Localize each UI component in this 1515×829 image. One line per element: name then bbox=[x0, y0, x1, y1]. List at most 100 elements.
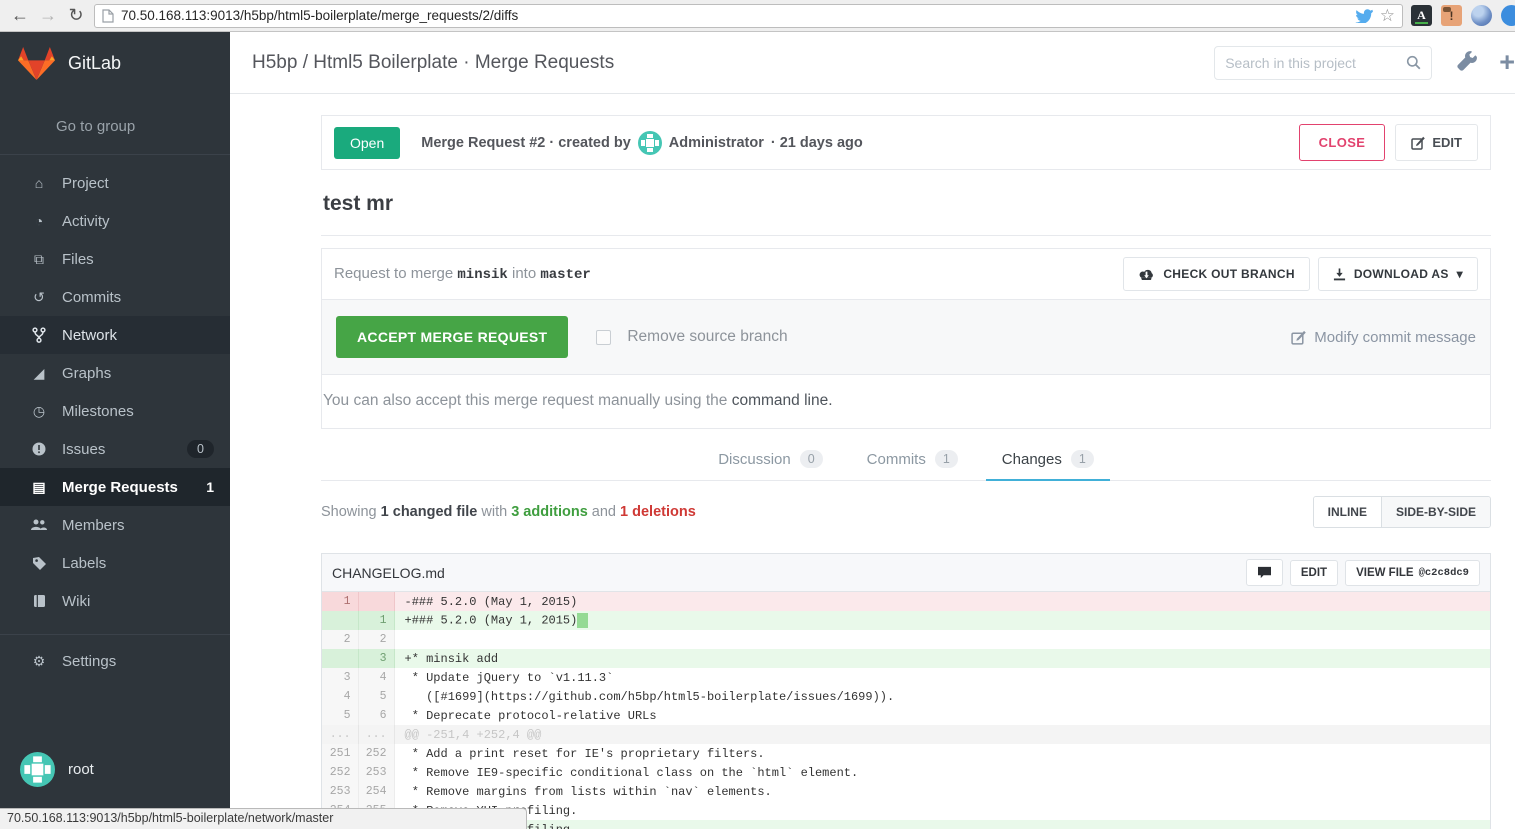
new-line-number[interactable]: 3 bbox=[358, 649, 394, 668]
sidebar-item-members[interactable]: Members bbox=[0, 506, 230, 544]
new-line-number[interactable]: 254 bbox=[358, 782, 394, 801]
admin-wrench-icon[interactable] bbox=[1456, 50, 1477, 76]
reload-button[interactable]: ↻ bbox=[62, 5, 90, 26]
diff-summary-text: Showing 1 changed file with 3 additions … bbox=[321, 504, 1313, 520]
old-line-number[interactable] bbox=[322, 649, 358, 668]
modify-commit-message-link[interactable]: Modify commit message bbox=[1291, 329, 1476, 346]
sidebar-item-graphs[interactable]: ◢Graphs bbox=[0, 354, 230, 392]
old-line-number[interactable]: 3 bbox=[322, 668, 358, 687]
old-line-number[interactable]: 1 bbox=[322, 592, 358, 611]
side-by-side-toggle-button[interactable]: SIDE-BY-SIDE bbox=[1381, 497, 1490, 527]
forward-button[interactable]: → bbox=[34, 5, 62, 26]
sidebar-item-wiki[interactable]: Wiki bbox=[0, 582, 230, 620]
new-line-number[interactable] bbox=[358, 592, 394, 611]
url-bar[interactable]: 70.50.168.113:9013/h5bp/html5-boilerplat… bbox=[94, 4, 1403, 28]
sidebar-item-project[interactable]: ⌂Project bbox=[0, 164, 230, 202]
tab-count-badge: 0 bbox=[800, 450, 823, 468]
old-line-number[interactable]: ... bbox=[322, 725, 358, 744]
graphs-icon: ◢ bbox=[29, 365, 49, 382]
gitlab-logo[interactable]: GitLab bbox=[0, 32, 230, 94]
tab-discussion[interactable]: Discussion0 bbox=[702, 437, 838, 481]
sidebar-item-merge-requests[interactable]: ▤Merge Requests1 bbox=[0, 468, 230, 506]
inline-toggle-button[interactable]: INLINE bbox=[1314, 497, 1381, 527]
new-line-number[interactable]: 2 bbox=[358, 630, 394, 649]
old-line-number[interactable]: 2 bbox=[322, 630, 358, 649]
old-line-number[interactable]: 253 bbox=[322, 782, 358, 801]
diff-line-content: -### 5.2.0 (May 1, 2015) bbox=[394, 592, 1490, 611]
new-line-number[interactable]: 6 bbox=[358, 706, 394, 725]
file-comment-button[interactable] bbox=[1246, 559, 1283, 586]
search-box[interactable] bbox=[1214, 46, 1432, 80]
twitter-icon[interactable] bbox=[1355, 8, 1373, 23]
extension-face-icon[interactable]: ! bbox=[1441, 5, 1462, 26]
sidebar-item-labels[interactable]: Labels bbox=[0, 544, 230, 582]
old-line-number[interactable]: 251 bbox=[322, 744, 358, 763]
additions-count: 3 additions bbox=[511, 504, 588, 520]
sidebar-item-milestones[interactable]: ◷Milestones bbox=[0, 392, 230, 430]
old-line-number[interactable]: 252 bbox=[322, 763, 358, 782]
diff-summary-row: Showing 1 changed file with 3 additions … bbox=[321, 481, 1491, 541]
extension-partial-icon[interactable] bbox=[1501, 5, 1515, 26]
author-avatar bbox=[638, 131, 662, 155]
pencil-square-icon bbox=[1291, 330, 1306, 345]
author-name[interactable]: Administrator bbox=[669, 135, 764, 151]
bookmark-star-icon[interactable]: ☆ bbox=[1380, 7, 1395, 24]
diff-row[interactable]: 1 -### 5.2.0 (May 1, 2015) bbox=[322, 592, 1490, 611]
diff-row[interactable]: 56 * Deprecate protocol-relative URLs bbox=[322, 706, 1490, 725]
diff-row[interactable]: 45 ([#1699](https://github.com/h5bp/html… bbox=[322, 687, 1490, 706]
issues-icon bbox=[29, 442, 49, 456]
diff-row[interactable]: 252253 * Remove IE9-specific conditional… bbox=[322, 763, 1490, 782]
extension-dictionary-icon[interactable]: A bbox=[1411, 5, 1432, 26]
check-out-branch-button[interactable]: CHECK OUT BRANCH bbox=[1123, 257, 1309, 291]
accept-merge-request-button[interactable]: ACCEPT MERGE REQUEST bbox=[336, 316, 568, 358]
extension-globe-icon[interactable] bbox=[1471, 5, 1492, 26]
page-icon bbox=[102, 9, 114, 23]
new-line-number[interactable]: 252 bbox=[358, 744, 394, 763]
file-edit-button[interactable]: EDIT bbox=[1290, 560, 1338, 586]
diff-row[interactable]: 34 * Update jQuery to `v1.11.3` bbox=[322, 668, 1490, 687]
diff-line-content: +* minsik add bbox=[394, 649, 1490, 668]
url-text[interactable]: 70.50.168.113:9013/h5bp/html5-boilerplat… bbox=[121, 8, 1348, 23]
sidebar-go-to-group[interactable]: Go to group bbox=[0, 94, 230, 154]
remove-source-branch-checkbox[interactable] bbox=[596, 330, 611, 345]
back-button[interactable]: ← bbox=[6, 5, 34, 26]
diff-row[interactable]: ......@@ -251,4 +252,4 @@ bbox=[322, 725, 1490, 744]
new-line-number[interactable]: 4 bbox=[358, 668, 394, 687]
new-line-number[interactable]: 1 bbox=[358, 611, 394, 630]
tab-commits[interactable]: Commits1 bbox=[851, 437, 974, 481]
edit-mr-button[interactable]: EDIT bbox=[1395, 124, 1478, 161]
old-line-number[interactable] bbox=[322, 611, 358, 630]
diff-row[interactable]: 253254 * Remove margins from lists withi… bbox=[322, 782, 1490, 801]
new-line-number[interactable]: 253 bbox=[358, 763, 394, 782]
old-line-number[interactable]: 4 bbox=[322, 687, 358, 706]
diff-line-content: +* Remove YUI profiling. bbox=[394, 820, 1490, 829]
diff-row[interactable]: 1+### 5.2.0 (May 1, 2015) bbox=[322, 611, 1490, 630]
sidebar-item-activity[interactable]: ◔Activity bbox=[0, 202, 230, 240]
diff-line-content: * Deprecate protocol-relative URLs bbox=[394, 706, 1490, 725]
search-input[interactable] bbox=[1225, 55, 1406, 71]
activity-icon: ◔ bbox=[29, 213, 49, 229]
old-line-number[interactable]: 5 bbox=[322, 706, 358, 725]
sidebar-item-settings[interactable]: ⚙ Settings bbox=[0, 642, 230, 680]
close-mr-button[interactable]: CLOSE bbox=[1299, 124, 1386, 161]
command-line-link[interactable]: command line. bbox=[732, 392, 833, 409]
new-project-plus-icon[interactable]: + bbox=[1499, 47, 1515, 78]
sidebar-item-files[interactable]: ⧉Files bbox=[0, 240, 230, 278]
sidebar-item-network[interactable]: Network bbox=[0, 316, 230, 354]
tab-changes[interactable]: Changes1 bbox=[986, 437, 1110, 481]
sidebar-item-commits[interactable]: ↺Commits bbox=[0, 278, 230, 316]
new-line-number[interactable]: 5 bbox=[358, 687, 394, 706]
source-branch: minsik bbox=[457, 267, 507, 283]
diff-row[interactable]: 3+* minsik add bbox=[322, 649, 1490, 668]
sidebar-user[interactable]: root bbox=[0, 752, 230, 787]
tab-label: Changes bbox=[1002, 451, 1062, 468]
view-file-button[interactable]: VIEW FILE @c2c8dc9 bbox=[1345, 560, 1480, 586]
sidebar-item-issues[interactable]: Issues0 bbox=[0, 430, 230, 468]
download-as-button[interactable]: DOWNLOAD AS ▾ bbox=[1318, 257, 1478, 291]
diff-view-toggle: INLINE SIDE-BY-SIDE bbox=[1313, 496, 1491, 528]
new-line-number[interactable]: ... bbox=[358, 725, 394, 744]
manual-accept-note: You can also accept this merge request m… bbox=[322, 375, 1490, 428]
sidebar-item-label: Labels bbox=[62, 555, 106, 572]
diff-row[interactable]: 251252 * Add a print reset for IE's prop… bbox=[322, 744, 1490, 763]
diff-row[interactable]: 22 bbox=[322, 630, 1490, 649]
